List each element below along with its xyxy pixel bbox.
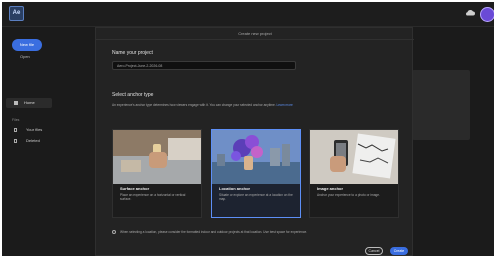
- location-note: When selecting a location, please consid…: [120, 230, 308, 234]
- image-anchor-card[interactable]: Image anchor Anchor your experience to a…: [309, 129, 399, 218]
- divider: [96, 39, 414, 40]
- sidebar-item-label: Deleted: [26, 138, 40, 143]
- open-button[interactable]: Open: [20, 54, 30, 59]
- card-title: Surface anchor: [120, 186, 150, 191]
- location-anchor-card[interactable]: Location anchor Situate or explore an ex…: [211, 129, 301, 218]
- background-thumbnail: [412, 70, 470, 140]
- project-name-input[interactable]: Aero-Project-June-2-2026-08: [112, 61, 296, 70]
- cancel-button[interactable]: Cancel: [365, 247, 383, 255]
- home-icon: [14, 101, 18, 105]
- create-button[interactable]: Create: [390, 247, 408, 255]
- app-logo[interactable]: Ae: [9, 6, 24, 21]
- anchor-type-label: Select anchor type: [112, 92, 154, 98]
- dialog-title: Create new project: [238, 31, 272, 36]
- card-description: Place an experience on a horizontal or v…: [120, 193, 186, 201]
- card-description: Situate or explore an experience at a lo…: [219, 193, 293, 201]
- sidebar-item-home[interactable]: Home: [6, 98, 52, 108]
- sidebar-item-your-files[interactable]: Your files: [12, 126, 52, 134]
- sidebar-section-label: Files: [12, 118, 20, 122]
- learn-more-link[interactable]: Learn more: [277, 103, 293, 107]
- sidebar: New file Open Home Files Your files Dele…: [2, 27, 94, 256]
- card-title: Image anchor: [317, 186, 344, 191]
- card-description: Anchor your experience to a photo or ima…: [317, 193, 380, 197]
- project-name-label: Name your project: [112, 50, 153, 56]
- sidebar-item-deleted[interactable]: Deleted: [12, 137, 52, 145]
- anchor-description: An experience's anchor type determines h…: [112, 103, 293, 107]
- create-project-dialog: Create new project Name your project Aer…: [95, 27, 414, 256]
- user-avatar[interactable]: [480, 7, 494, 22]
- image-anchor-image: [310, 130, 398, 184]
- info-icon: [112, 230, 116, 234]
- trash-icon: [14, 139, 17, 143]
- cloud-icon[interactable]: [465, 9, 475, 16]
- sidebar-item-label: Home: [24, 100, 35, 105]
- top-bar: Ae: [2, 2, 494, 27]
- app-window: Ae New file Open Home Files Your files D…: [2, 2, 494, 256]
- surface-anchor-card[interactable]: Surface anchor Place an experience on a …: [112, 129, 202, 218]
- file-icon: [14, 128, 17, 132]
- anchor-description-text: An experience's anchor type determines h…: [112, 103, 276, 107]
- location-anchor-image: [212, 130, 300, 184]
- surface-anchor-image: [113, 130, 201, 184]
- card-title: Location anchor: [219, 186, 251, 191]
- sidebar-item-label: Your files: [26, 127, 43, 132]
- new-file-button[interactable]: New file: [12, 39, 42, 51]
